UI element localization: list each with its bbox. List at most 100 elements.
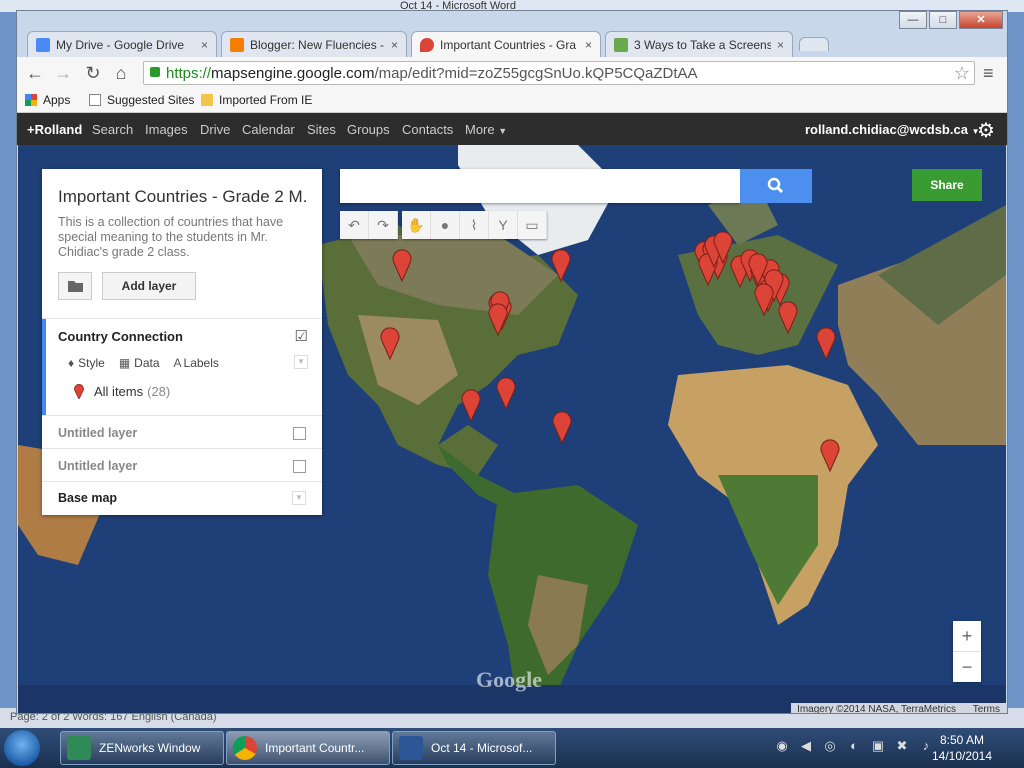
map-marker-pin[interactable] xyxy=(392,249,412,283)
map-canvas[interactable]: Important Countries - Grade 2 M... This … xyxy=(18,145,1006,713)
layer-name[interactable]: Country Connection xyxy=(58,329,183,344)
folder-icon xyxy=(201,94,213,106)
map-search-button[interactable] xyxy=(740,169,812,203)
bookmark-star-icon[interactable]: ☆ xyxy=(954,63,970,84)
tab-screenshot-article[interactable]: 3 Ways to Take a Screensh × xyxy=(605,31,793,57)
share-button[interactable]: Share xyxy=(912,169,982,201)
map-marker-pin[interactable] xyxy=(778,301,798,335)
home-icon[interactable]: ⌂ xyxy=(111,63,131,83)
new-tab-button[interactable] xyxy=(799,37,829,51)
map-marker-pin[interactable] xyxy=(461,389,481,423)
layer-untitled-2-name[interactable]: Untitled layer xyxy=(58,459,137,473)
system-clock[interactable]: 8:50 AM 14/10/2014 xyxy=(930,732,994,764)
taskbar-zenworks[interactable]: ZENworks Window xyxy=(60,731,224,765)
terms-link[interactable]: Terms xyxy=(973,704,1000,713)
zoom-in-button[interactable]: + xyxy=(953,621,981,651)
zoom-out-button[interactable]: − xyxy=(953,651,981,682)
chrome-menu-icon[interactable]: ≡ xyxy=(983,63,994,84)
sync-icon[interactable]: ◎ xyxy=(822,738,838,754)
map-search-input[interactable] xyxy=(340,169,740,203)
map-marker-pin[interactable] xyxy=(552,411,572,445)
taskbar-chrome[interactable]: Important Countr... xyxy=(226,731,390,765)
bookmark-suggested-sites[interactable]: Suggested Sites xyxy=(89,93,194,107)
display-icon[interactable]: ▣ xyxy=(870,738,886,754)
layer-untitled-1-name[interactable]: Untitled layer xyxy=(58,426,137,440)
directions-icon[interactable]: Y xyxy=(489,211,518,239)
status-icon[interactable]: ◐ xyxy=(846,738,862,754)
base-map-label[interactable]: Base map xyxy=(58,491,117,505)
back-arrow-icon[interactable]: ← xyxy=(25,63,45,83)
taskbar-word[interactable]: Oct 14 - Microsof... xyxy=(392,731,556,765)
account-menu[interactable]: rolland.chidiac@wcdsb.ca ▼ xyxy=(805,122,980,137)
reload-icon[interactable]: ↻ xyxy=(83,63,103,83)
close-window-button[interactable]: ✕ xyxy=(959,11,1003,29)
url-scheme: https:// xyxy=(166,65,212,82)
tab-title: Blogger: New Fluencies - E xyxy=(250,37,385,52)
tab-important-countries[interactable]: Important Countries - Gra × xyxy=(411,31,601,58)
open-folder-button[interactable] xyxy=(58,272,92,300)
close-tab-icon[interactable]: × xyxy=(201,38,208,52)
bookmark-imported-from-ie[interactable]: Imported From IE xyxy=(201,93,312,107)
gbar-groups-link[interactable]: Groups xyxy=(347,122,390,137)
layer-visible-checkbox[interactable]: ☑ xyxy=(295,327,308,345)
add-layer-button[interactable]: Add layer xyxy=(102,272,196,300)
draw-line-icon[interactable]: ⌇ xyxy=(460,211,489,239)
close-tab-icon[interactable]: × xyxy=(585,38,592,52)
map-title[interactable]: Important Countries - Grade 2 M... xyxy=(58,187,308,207)
gbar-plus-link[interactable]: +Rolland xyxy=(27,122,82,137)
item-count: (28) xyxy=(147,383,171,399)
ruler-icon[interactable]: ▭ xyxy=(518,211,547,239)
layer-data-button[interactable]: ▦ Data xyxy=(119,356,160,370)
clock-date: 14/10/2014 xyxy=(931,749,993,763)
google-drive-icon xyxy=(36,37,50,52)
map-marker-pin[interactable] xyxy=(551,249,571,283)
layer-country-connection[interactable]: Country Connection ☑ ♦ Style ▦ Data A Label… xyxy=(42,319,322,415)
map-marker-pin[interactable] xyxy=(816,327,836,361)
map-marker-pin[interactable] xyxy=(754,283,774,317)
bookmark-apps[interactable]: Apps xyxy=(25,93,70,107)
gbar-search-link[interactable]: Search xyxy=(92,122,133,137)
redo-icon[interactable]: ↷ xyxy=(369,211,398,239)
map-marker-pin[interactable] xyxy=(820,439,840,473)
windows-start-button[interactable] xyxy=(4,730,40,766)
map-marker-pin[interactable] xyxy=(496,377,516,411)
zenworks-icon xyxy=(67,736,91,760)
map-marker-pin[interactable] xyxy=(380,327,400,361)
layer-labels-button[interactable]: A Labels xyxy=(174,356,219,370)
undo-icon[interactable]: ↶ xyxy=(340,211,369,239)
base-map-dropdown-icon[interactable]: ▼ xyxy=(292,491,306,505)
close-tab-icon[interactable]: × xyxy=(777,38,784,52)
map-attribution: Imagery ©2014 NASA, TerraMetrics Terms xyxy=(791,703,1006,713)
account-email: rolland.chidiac@wcdsb.ca xyxy=(805,122,968,137)
gbar-drive-link[interactable]: Drive xyxy=(200,122,230,137)
media-icon[interactable]: ◀ xyxy=(798,738,814,754)
chrome-icon xyxy=(233,736,257,760)
gbar-sites-link[interactable]: Sites xyxy=(307,122,336,137)
forward-arrow-icon[interactable]: → xyxy=(53,63,73,83)
layer-untitled-1-checkbox[interactable] xyxy=(293,427,306,440)
network-warning-icon[interactable]: ✖ xyxy=(894,738,910,754)
close-tab-icon[interactable]: × xyxy=(391,38,398,52)
minimize-button[interactable]: — xyxy=(899,11,927,29)
tab-my-drive[interactable]: My Drive - Google Drive × xyxy=(27,31,217,57)
browser-toolbar: ← → ↻ ⌂ https://mapsengine.google.com/ma… xyxy=(17,57,1007,89)
gbar-images-link[interactable]: Images xyxy=(145,122,188,137)
layer-untitled-2-checkbox[interactable] xyxy=(293,460,306,473)
bookmark-label: Suggested Sites xyxy=(107,93,195,107)
gbar-calendar-link[interactable]: Calendar xyxy=(242,122,295,137)
blogger-icon xyxy=(230,37,244,52)
tab-blogger[interactable]: Blogger: New Fluencies - E × xyxy=(221,31,407,57)
gbar-contacts-link[interactable]: Contacts xyxy=(402,122,453,137)
settings-gear-icon[interactable]: ⚙ xyxy=(977,118,995,143)
gbar-more-menu[interactable]: More ▼ xyxy=(465,122,507,137)
map-marker-pin[interactable] xyxy=(488,303,508,337)
all-items-row[interactable]: All items (28) xyxy=(74,383,170,399)
hand-pan-icon[interactable]: ✋ xyxy=(402,211,431,239)
maximize-button[interactable]: □ xyxy=(929,11,957,29)
layer-style-button[interactable]: ♦ Style xyxy=(68,356,105,370)
add-marker-icon[interactable]: ● xyxy=(431,211,460,239)
network-icon[interactable]: ◉ xyxy=(774,738,790,754)
map-description[interactable]: This is a collection of countries that h… xyxy=(58,215,308,260)
address-bar[interactable]: https://mapsengine.google.com/map/edit?m… xyxy=(143,61,975,85)
layer-options-dropdown-icon[interactable]: ▼ xyxy=(294,355,308,369)
